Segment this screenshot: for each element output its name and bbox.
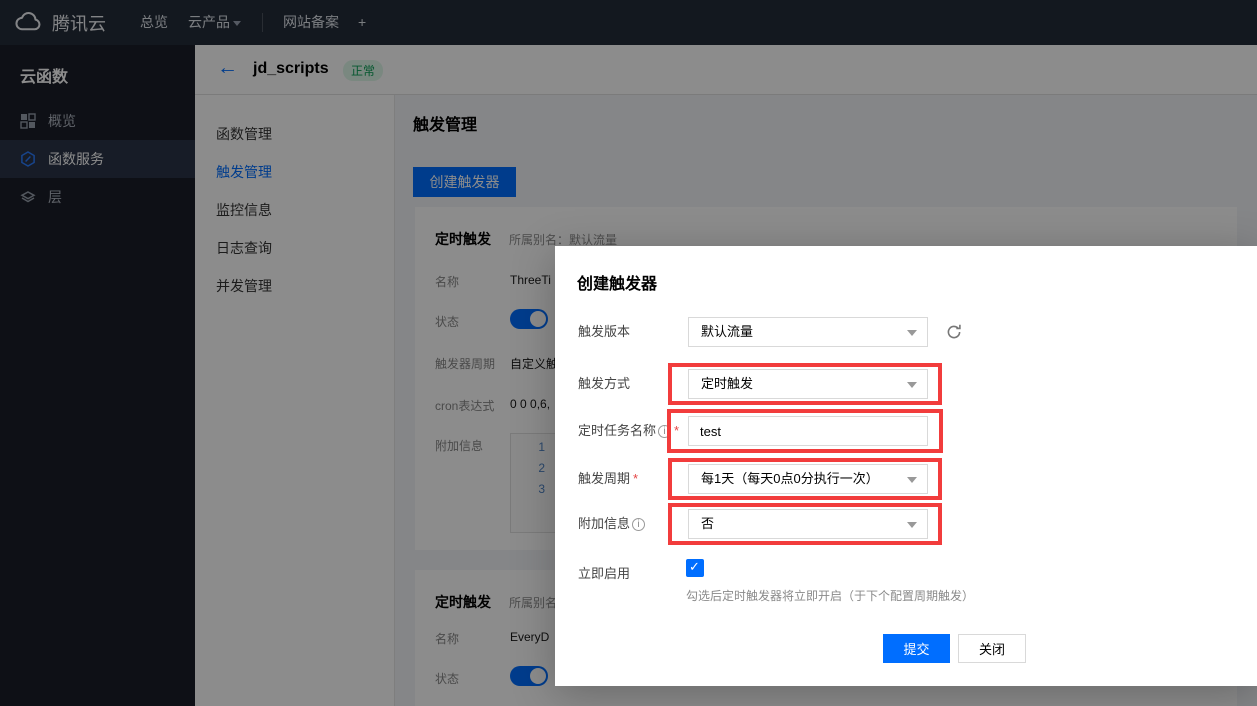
create-trigger-dialog: 创建触发器 触发版本 默认流量 触发方式 定时触发 定时任务名称* <box>555 246 1257 686</box>
submit-button[interactable]: 提交 <box>883 634 950 663</box>
trigger-period-select[interactable]: 每1天（每天0点0分执行一次） <box>688 464 928 494</box>
required-mark: * <box>674 423 679 438</box>
trigger-type-select[interactable]: 定时触发 <box>688 369 928 399</box>
enable-checkbox[interactable] <box>686 559 704 577</box>
field-label: 立即启用 <box>578 559 686 589</box>
field-label: 触发周期* <box>578 464 686 494</box>
info-icon[interactable] <box>658 425 671 438</box>
info-icon[interactable] <box>632 518 645 531</box>
extra-info-select[interactable]: 否 <box>688 509 928 539</box>
field-label: 触发版本 <box>578 317 686 347</box>
required-mark: * <box>633 471 638 486</box>
field-label: 附加信息 <box>578 509 686 539</box>
refresh-icon[interactable] <box>945 323 963 341</box>
field-label: 触发方式 <box>578 369 686 399</box>
enable-helper-text: 勾选后定时触发器将立即开启（于下个配置周期触发） <box>686 587 974 604</box>
dialog-title: 创建触发器 <box>577 270 657 294</box>
close-button[interactable]: 关闭 <box>958 634 1026 663</box>
app-window: 腾讯云 总览 云产品 网站备案 + 云函数 概览 函数服务 层 <box>0 0 1257 706</box>
chevron-down-icon <box>907 477 917 483</box>
chevron-down-icon <box>907 382 917 388</box>
chevron-down-icon <box>907 522 917 528</box>
trigger-version-select[interactable]: 默认流量 <box>688 317 928 347</box>
task-name-input[interactable] <box>688 416 928 446</box>
field-label: 定时任务名称* <box>578 416 686 446</box>
chevron-down-icon <box>907 330 917 336</box>
